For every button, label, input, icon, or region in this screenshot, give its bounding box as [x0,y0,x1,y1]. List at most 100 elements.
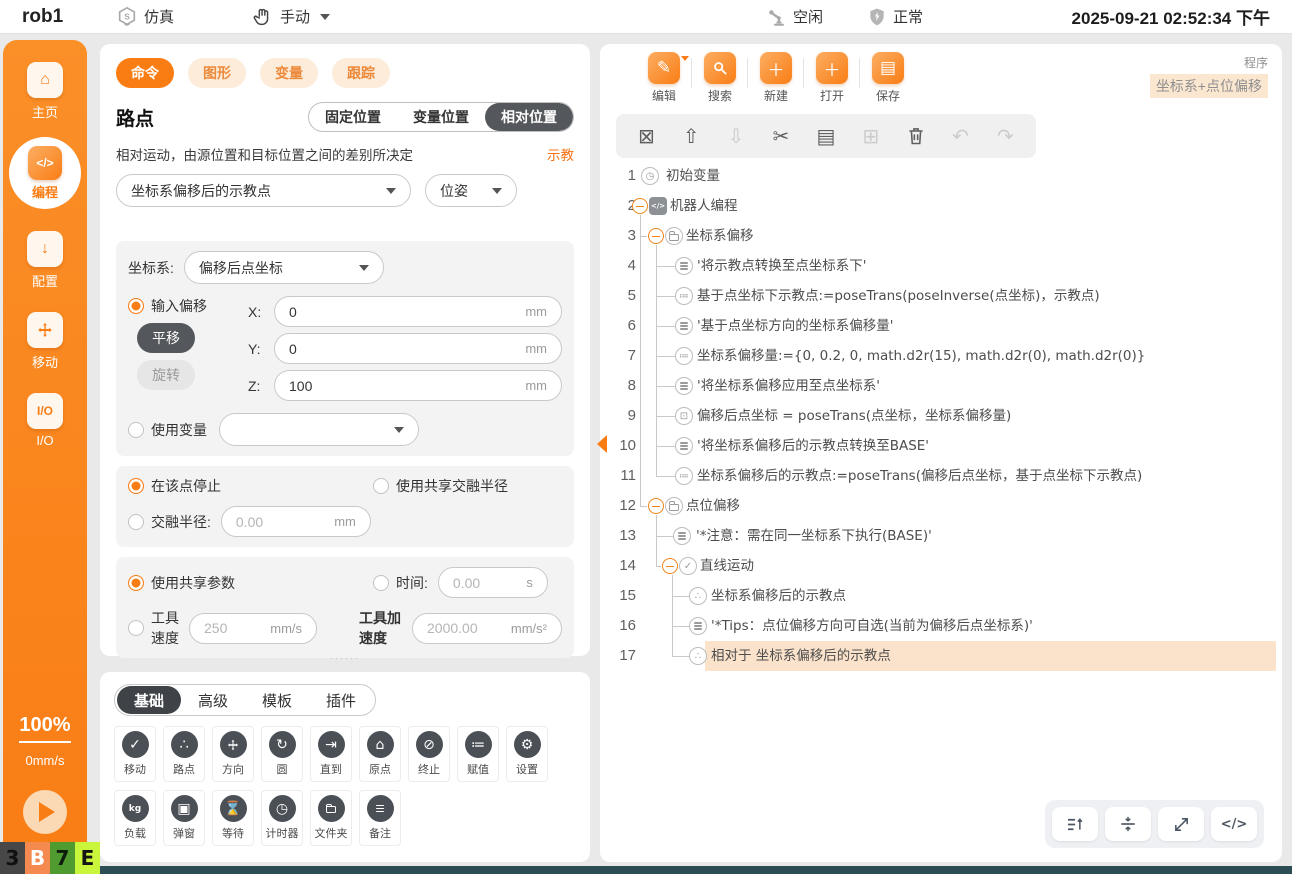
simulation-indicator[interactable]: S 仿真 [116,6,174,28]
coord-select[interactable]: 偏移后点坐标 [184,251,384,284]
input-offset-radio[interactable]: 输入偏移 [128,296,238,316]
collapse-toggle-icon[interactable] [648,498,664,514]
library-tab-基础[interactable]: 基础 [117,686,181,714]
remark-command-cell[interactable]: 备注 [359,790,401,846]
chevron-down-icon [386,188,396,194]
expand-view-button[interactable] [1158,807,1204,841]
program-row-6[interactable]: 6'基于点坐标方向的坐标系偏移量' [600,311,1276,341]
move-up-button[interactable]: ⇧ [677,122,705,150]
paste-button[interactable]: ▤ [812,122,840,150]
popup-command-cell[interactable]: ▣弹窗 [163,790,205,846]
program-row-10[interactable]: 10'将坐标系偏移后的示教点转换至BASE' [600,431,1276,461]
blend-radius-radio[interactable]: 交融半径: [128,512,211,532]
tool-accel-field[interactable]: 2000.00 mm/s² [412,613,562,644]
until-command-cell[interactable]: ⇥直到 [310,726,352,782]
sort-list-button[interactable] [1052,807,1098,841]
clear-document-button[interactable]: ⊠ [632,122,660,150]
origin-command-cell[interactable]: ⌂原点 [359,726,401,782]
line-number: 14 [610,551,636,581]
position-mode-变量位置[interactable]: 变量位置 [397,103,485,131]
assign-command-cell[interactable]: ≔赋值 [457,726,499,782]
wait-command-cell[interactable]: ⌛等待 [212,790,254,846]
comment-node-icon [675,257,693,275]
position-mode-相对位置[interactable]: 相对位置 [485,103,573,131]
library-tab-插件[interactable]: 插件 [309,686,373,714]
save-button[interactable]: ▤保存 [860,52,916,104]
sidebar-item-home[interactable]: ⌂主页 [27,62,63,121]
blend-radius-field[interactable]: 0.00 mm [221,506,371,537]
tool-speed-field[interactable]: 250 mm/s [189,613,317,644]
library-tab-高级[interactable]: 高级 [181,686,245,714]
pose-select[interactable]: 位姿 [425,174,517,207]
tab-变量[interactable]: 变量 [260,58,318,88]
rotate-button[interactable]: 旋转 [137,360,195,390]
folder-command-cell[interactable]: 文件夹 [310,790,352,846]
position-mode-固定位置[interactable]: 固定位置 [309,103,397,131]
cut-button[interactable]: ✂ [767,122,795,150]
code-view-button[interactable]: </> [1211,807,1257,841]
collapse-toggle-icon[interactable] [632,198,648,214]
program-statement: 坐标系偏移量:={0, 0.2, 0, math.d2r(15), math.d… [697,341,1145,371]
z-offset-field[interactable]: 100 mm [274,370,562,401]
tab-图形[interactable]: 图形 [188,58,246,88]
play-button[interactable] [23,790,67,834]
line-number: 1 [610,161,636,191]
program-row-17[interactable]: 17∴相对于 坐标系偏移后的示教点 [600,641,1276,671]
sidebar-item-io[interactable]: I/OI/O [27,393,63,448]
program-row-16[interactable]: 16'*Tips：点位偏移方向可自选(当前为偏移后点坐标系)' [600,611,1276,641]
time-radio[interactable]: 时间: [373,573,428,593]
speed-percent[interactable]: 100% [19,714,70,743]
new-button[interactable]: ＋新建 [748,52,804,104]
time-field[interactable]: 0.00 s [438,567,548,598]
program-row-13[interactable]: 13'*注意：需在同一坐标系下执行(BASE)' [600,521,1276,551]
shared-blend-radius-radio[interactable]: 使用共享交融半径 [373,476,508,496]
terminate-command-cell[interactable]: ⊘终止 [408,726,450,782]
sidebar-item-program[interactable]: </>编程 [9,137,81,209]
edit-button[interactable]: ✎编辑 [636,52,692,104]
program-row-5[interactable]: 5≔基于点坐标下示教点:=poseTrans(poseInverse(点坐标)，… [600,281,1276,311]
collapse-toggle-icon[interactable] [662,558,678,574]
tool-speed-radio[interactable]: 工具速度 [128,608,181,648]
program-row-11[interactable]: 11≔坐标系偏移后的示教点:=poseTrans(偏移后点坐标，基于点坐标下示教… [600,461,1276,491]
stop-at-point-radio[interactable]: 在该点停止 [128,476,373,496]
collapse-toggle-icon[interactable] [648,228,664,244]
delete-button[interactable] [902,122,930,150]
circle-command-cell[interactable]: ↻圆 [261,726,303,782]
program-row-7[interactable]: 7≔坐标系偏移量:={0, 0.2, 0, math.d2r(15), math… [600,341,1276,371]
use-variable-radio[interactable]: 使用变量 [128,420,207,440]
program-row-15[interactable]: 15∴坐标系偏移后的示教点 [600,581,1276,611]
program-row-3[interactable]: 3坐标系偏移 [600,221,1276,251]
program-row-2[interactable]: 2</>机器人编程 [600,191,1276,221]
timer-command-cell[interactable]: ◷计时器 [261,790,303,846]
collapse-all-button[interactable] [1105,807,1151,841]
program-row-9[interactable]: 9⊡偏移后点坐标 = poseTrans(点坐标，坐标系偏移量) [600,401,1276,431]
tab-跟踪[interactable]: 跟踪 [332,58,390,88]
program-name: 坐标系+点位偏移 [1150,74,1268,98]
program-row-14[interactable]: 14✓直线运动 [600,551,1276,581]
variable-select[interactable] [219,413,419,446]
shared-params-radio[interactable]: 使用共享参数 [128,573,373,593]
x-offset-field[interactable]: 0 mm [274,296,562,327]
panel-splitter-arrow[interactable] [597,435,607,453]
library-tab-模板[interactable]: 模板 [245,686,309,714]
teach-point-select[interactable]: 坐标系偏移后的示教点 [116,174,411,207]
program-row-1[interactable]: 1◷初始变量 [600,161,1276,191]
direction-command-cell[interactable]: 方向 [212,726,254,782]
open-button[interactable]: ＋打开 [804,52,860,104]
settings-command-cell[interactable]: ⚙设置 [506,726,548,782]
sidebar-item-move[interactable]: 移动 [27,312,63,371]
teach-link[interactable]: 示教 [547,144,574,164]
program-row-8[interactable]: 8'将坐标系偏移应用至点坐标系' [600,371,1276,401]
tab-命令[interactable]: 命令 [116,58,174,88]
program-row-4[interactable]: 4'将示教点转换至点坐标系下' [600,251,1276,281]
search-button[interactable]: 搜索 [692,52,748,104]
panel-resize-handle[interactable]: ······ [100,655,590,671]
translate-button[interactable]: 平移 [137,323,195,353]
y-offset-field[interactable]: 0 mm [274,333,562,364]
mode-selector[interactable]: 手动 [252,6,330,28]
waypoint-command-cell[interactable]: ∴路点 [163,726,205,782]
move-command-cell[interactable]: ✓移动 [114,726,156,782]
payload-command-cell[interactable]: kg负载 [114,790,156,846]
program-row-12[interactable]: 12点位偏移 [600,491,1276,521]
sidebar-item-config[interactable]: ↓配置 [27,231,63,290]
